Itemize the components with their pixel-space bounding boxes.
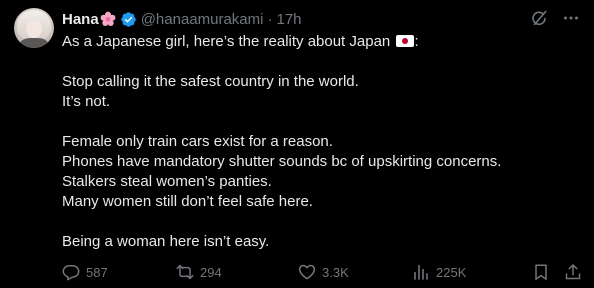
cherry-blossom-icon [100,11,116,26]
tweet-line: It’s not. [62,93,111,110]
bookmark-icon [535,264,547,280]
display-name[interactable]: Hana [62,11,99,28]
timestamp[interactable]: 17h [276,11,301,28]
tweet-line: Stalkers steal women’s panties. [62,173,272,190]
share-button[interactable] [564,262,582,282]
tweet-line: Many women still don’t feel safe here. [62,193,313,210]
repost-button[interactable]: 294 [176,262,222,282]
repost-count: 294 [200,264,222,280]
reply-button[interactable]: 587 [62,262,108,282]
avatar[interactable] [14,8,54,48]
repost-icon [176,264,194,280]
separator-dot: · [267,10,273,28]
share-icon [565,264,581,280]
reply-icon [62,265,80,281]
views-icon [414,264,428,280]
reply-count: 587 [86,264,108,280]
like-button[interactable]: 3.3K [298,262,349,282]
tweet-line: Phones have mandatory shutter sounds bc … [62,153,502,170]
like-count: 3.3K [322,264,349,280]
tweet-line: As a Japanese girl, here’s the reality a… [62,33,419,50]
verified-badge-icon[interactable] [120,11,137,28]
tweet-header: Hana @hanaamurakami · 17h [62,9,302,29]
bookmark-button[interactable] [532,262,550,282]
tweet-card[interactable]: Hana @hanaamurakami · 17h As a Japanese … [0,0,594,288]
tweet-actions: 587 294 3.3K 225K [62,262,582,282]
views-button[interactable]: 225K [412,262,466,282]
tweet-line: Being a woman here isn’t easy. [62,233,270,250]
views-count: 225K [436,264,467,280]
handle[interactable]: @hanaamurakami [141,11,264,28]
grok-icon[interactable] [530,9,548,27]
tweet-top-actions [530,9,580,27]
more-icon[interactable] [562,9,580,27]
tweet-text: As a Japanese girl, here’s the reality a… [62,32,582,252]
heart-icon [298,264,316,280]
japan-flag-icon [396,35,415,47]
tweet-line: Female only train cars exist for a reaso… [62,133,333,150]
tweet-line: Stop calling it the safest country in th… [62,73,359,90]
